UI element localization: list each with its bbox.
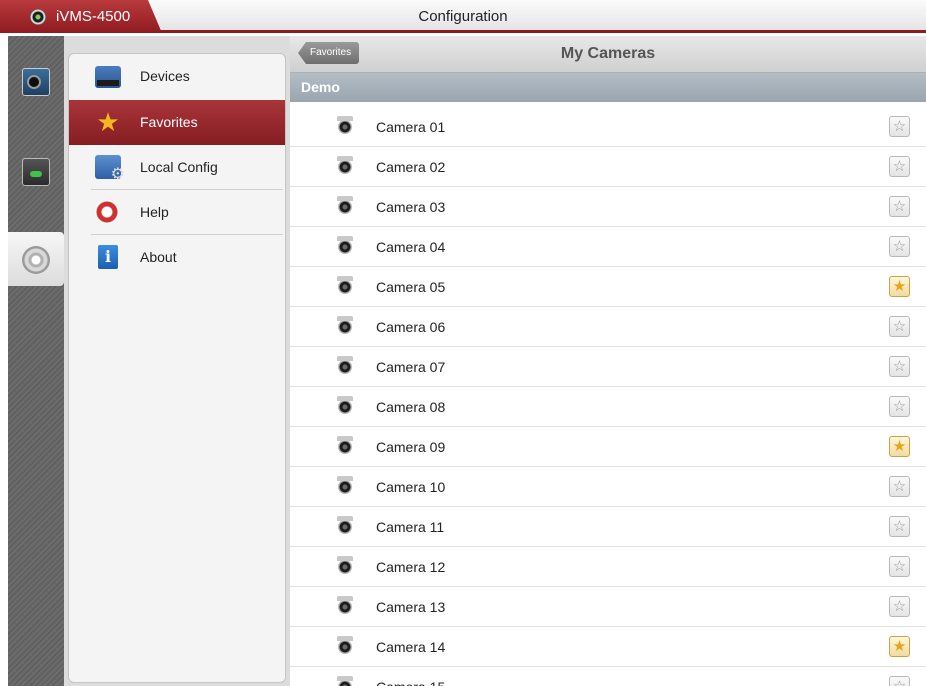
favorite-star-icon[interactable]: ☆: [889, 596, 910, 617]
camera-icon: [337, 396, 353, 414]
camera-row[interactable]: Camera 05 ★: [290, 267, 926, 307]
rail-configuration-button[interactable]: [8, 232, 64, 286]
camera-name: Camera 05: [376, 279, 446, 295]
camera-row[interactable]: Camera 01 ☆: [290, 107, 926, 147]
favorite-star-icon[interactable]: ☆: [889, 356, 910, 377]
camera-icon: [337, 676, 353, 686]
favorite-star-icon[interactable]: ☆: [889, 116, 910, 137]
camera-icon: [337, 196, 353, 214]
nav-bar: Favorites My Cameras: [290, 36, 926, 73]
favorite-star-icon[interactable]: ☆: [889, 196, 910, 217]
favorite-star-icon[interactable]: ☆: [889, 476, 910, 497]
camera-name: Camera 01: [376, 119, 446, 135]
favorite-star-icon[interactable]: ☆: [889, 156, 910, 177]
config-menu-panel: Devices ★ Favorites Local Config Help i …: [64, 36, 290, 686]
camera-name: Camera 02: [376, 159, 446, 175]
live-view-icon: [22, 68, 50, 96]
config-menu: Devices ★ Favorites Local Config Help i …: [68, 53, 286, 683]
camera-list[interactable]: Camera 01 ☆ Camera 02 ☆ Camera 03 ☆ Camera 04 ☆…: [290, 107, 926, 686]
title-bar: iVMS-4500 Configuration: [0, 0, 926, 33]
star-icon: ★: [96, 107, 120, 137]
local-config-icon: [95, 155, 125, 184]
camera-row[interactable]: Camera 14 ★: [290, 627, 926, 667]
camera-icon: [337, 436, 353, 454]
favorite-star-icon[interactable]: ★: [889, 276, 910, 297]
title-bar-accent-line: [160, 30, 926, 33]
camera-icon: [337, 316, 353, 334]
menu-item-favorites[interactable]: ★ Favorites: [69, 100, 285, 145]
page-title: My Cameras: [560, 45, 656, 62]
favorite-star-icon[interactable]: ☆: [889, 236, 910, 257]
menu-item-label: Local Config: [140, 159, 218, 175]
favorite-star-icon[interactable]: ☆: [889, 556, 910, 577]
camera-name: Camera 15: [376, 679, 445, 686]
camera-name: Camera 11: [376, 519, 445, 535]
menu-item-help[interactable]: Help: [69, 190, 285, 235]
camera-icon: [337, 596, 353, 614]
rail-playback-button[interactable]: [8, 144, 64, 200]
menu-item-label: About: [140, 249, 177, 265]
camera-row[interactable]: Camera 13 ☆: [290, 587, 926, 627]
camera-name: Camera 04: [376, 239, 446, 255]
favorite-star-icon[interactable]: ☆: [889, 396, 910, 417]
camera-row[interactable]: Camera 06 ☆: [290, 307, 926, 347]
camera-row[interactable]: Camera 07 ☆: [290, 347, 926, 387]
menu-item-about[interactable]: i About: [69, 235, 285, 280]
settings-gear-icon: [22, 246, 50, 274]
camera-icon: [337, 276, 353, 294]
camera-row[interactable]: Camera 15 ☆: [290, 667, 926, 686]
menu-item-label: Help: [140, 204, 169, 220]
camera-name: Camera 10: [376, 479, 446, 495]
camera-icon: [337, 516, 353, 534]
menu-item-local-config[interactable]: Local Config: [69, 145, 285, 190]
camera-row[interactable]: Camera 04 ☆: [290, 227, 926, 267]
camera-row[interactable]: Camera 03 ☆: [290, 187, 926, 227]
rail-live-view-button[interactable]: [8, 54, 64, 110]
camera-icon: [337, 636, 353, 654]
favorite-star-icon[interactable]: ☆: [889, 316, 910, 337]
playback-icon: [22, 158, 50, 186]
camera-name: Camera 06: [376, 319, 446, 335]
lifebuoy-icon: [95, 200, 119, 224]
camera-icon: [337, 236, 353, 254]
favorite-star-icon[interactable]: ☆: [889, 676, 910, 686]
camera-row[interactable]: Camera 08 ☆: [290, 387, 926, 427]
camera-icon: [337, 556, 353, 574]
camera-name: Camera 12: [376, 559, 446, 575]
camera-icon: [337, 476, 353, 494]
camera-name: Camera 03: [376, 199, 446, 215]
camera-icon: [337, 116, 353, 134]
main-nav-rail: [8, 36, 64, 686]
window-title: Configuration: [418, 8, 508, 25]
camera-icon: [337, 156, 353, 174]
menu-item-devices[interactable]: Devices: [69, 54, 285, 99]
devices-icon: [95, 66, 121, 88]
favorite-star-icon[interactable]: ★: [889, 636, 910, 657]
menu-item-label: Devices: [140, 68, 190, 84]
camera-name: Camera 13: [376, 599, 446, 615]
menu-item-label: Favorites: [140, 114, 198, 130]
camera-row[interactable]: Camera 09 ★: [290, 427, 926, 467]
camera-row[interactable]: Camera 02 ☆: [290, 147, 926, 187]
favorite-star-icon[interactable]: ★: [889, 436, 910, 457]
camera-icon: [337, 356, 353, 374]
group-header: Demo: [290, 73, 926, 102]
favorite-star-icon[interactable]: ☆: [889, 516, 910, 537]
camera-row[interactable]: Camera 10 ☆: [290, 467, 926, 507]
camera-name: Camera 07: [376, 359, 446, 375]
camera-name: Camera 09: [376, 439, 446, 455]
camera-name: Camera 14: [376, 639, 446, 655]
camera-name: Camera 08: [376, 399, 446, 415]
info-icon: i: [98, 245, 118, 269]
camera-row[interactable]: Camera 11 ☆: [290, 507, 926, 547]
camera-row[interactable]: Camera 12 ☆: [290, 547, 926, 587]
my-cameras-view: Favorites My Cameras Demo Camera 01 ☆ Came…: [290, 36, 926, 686]
